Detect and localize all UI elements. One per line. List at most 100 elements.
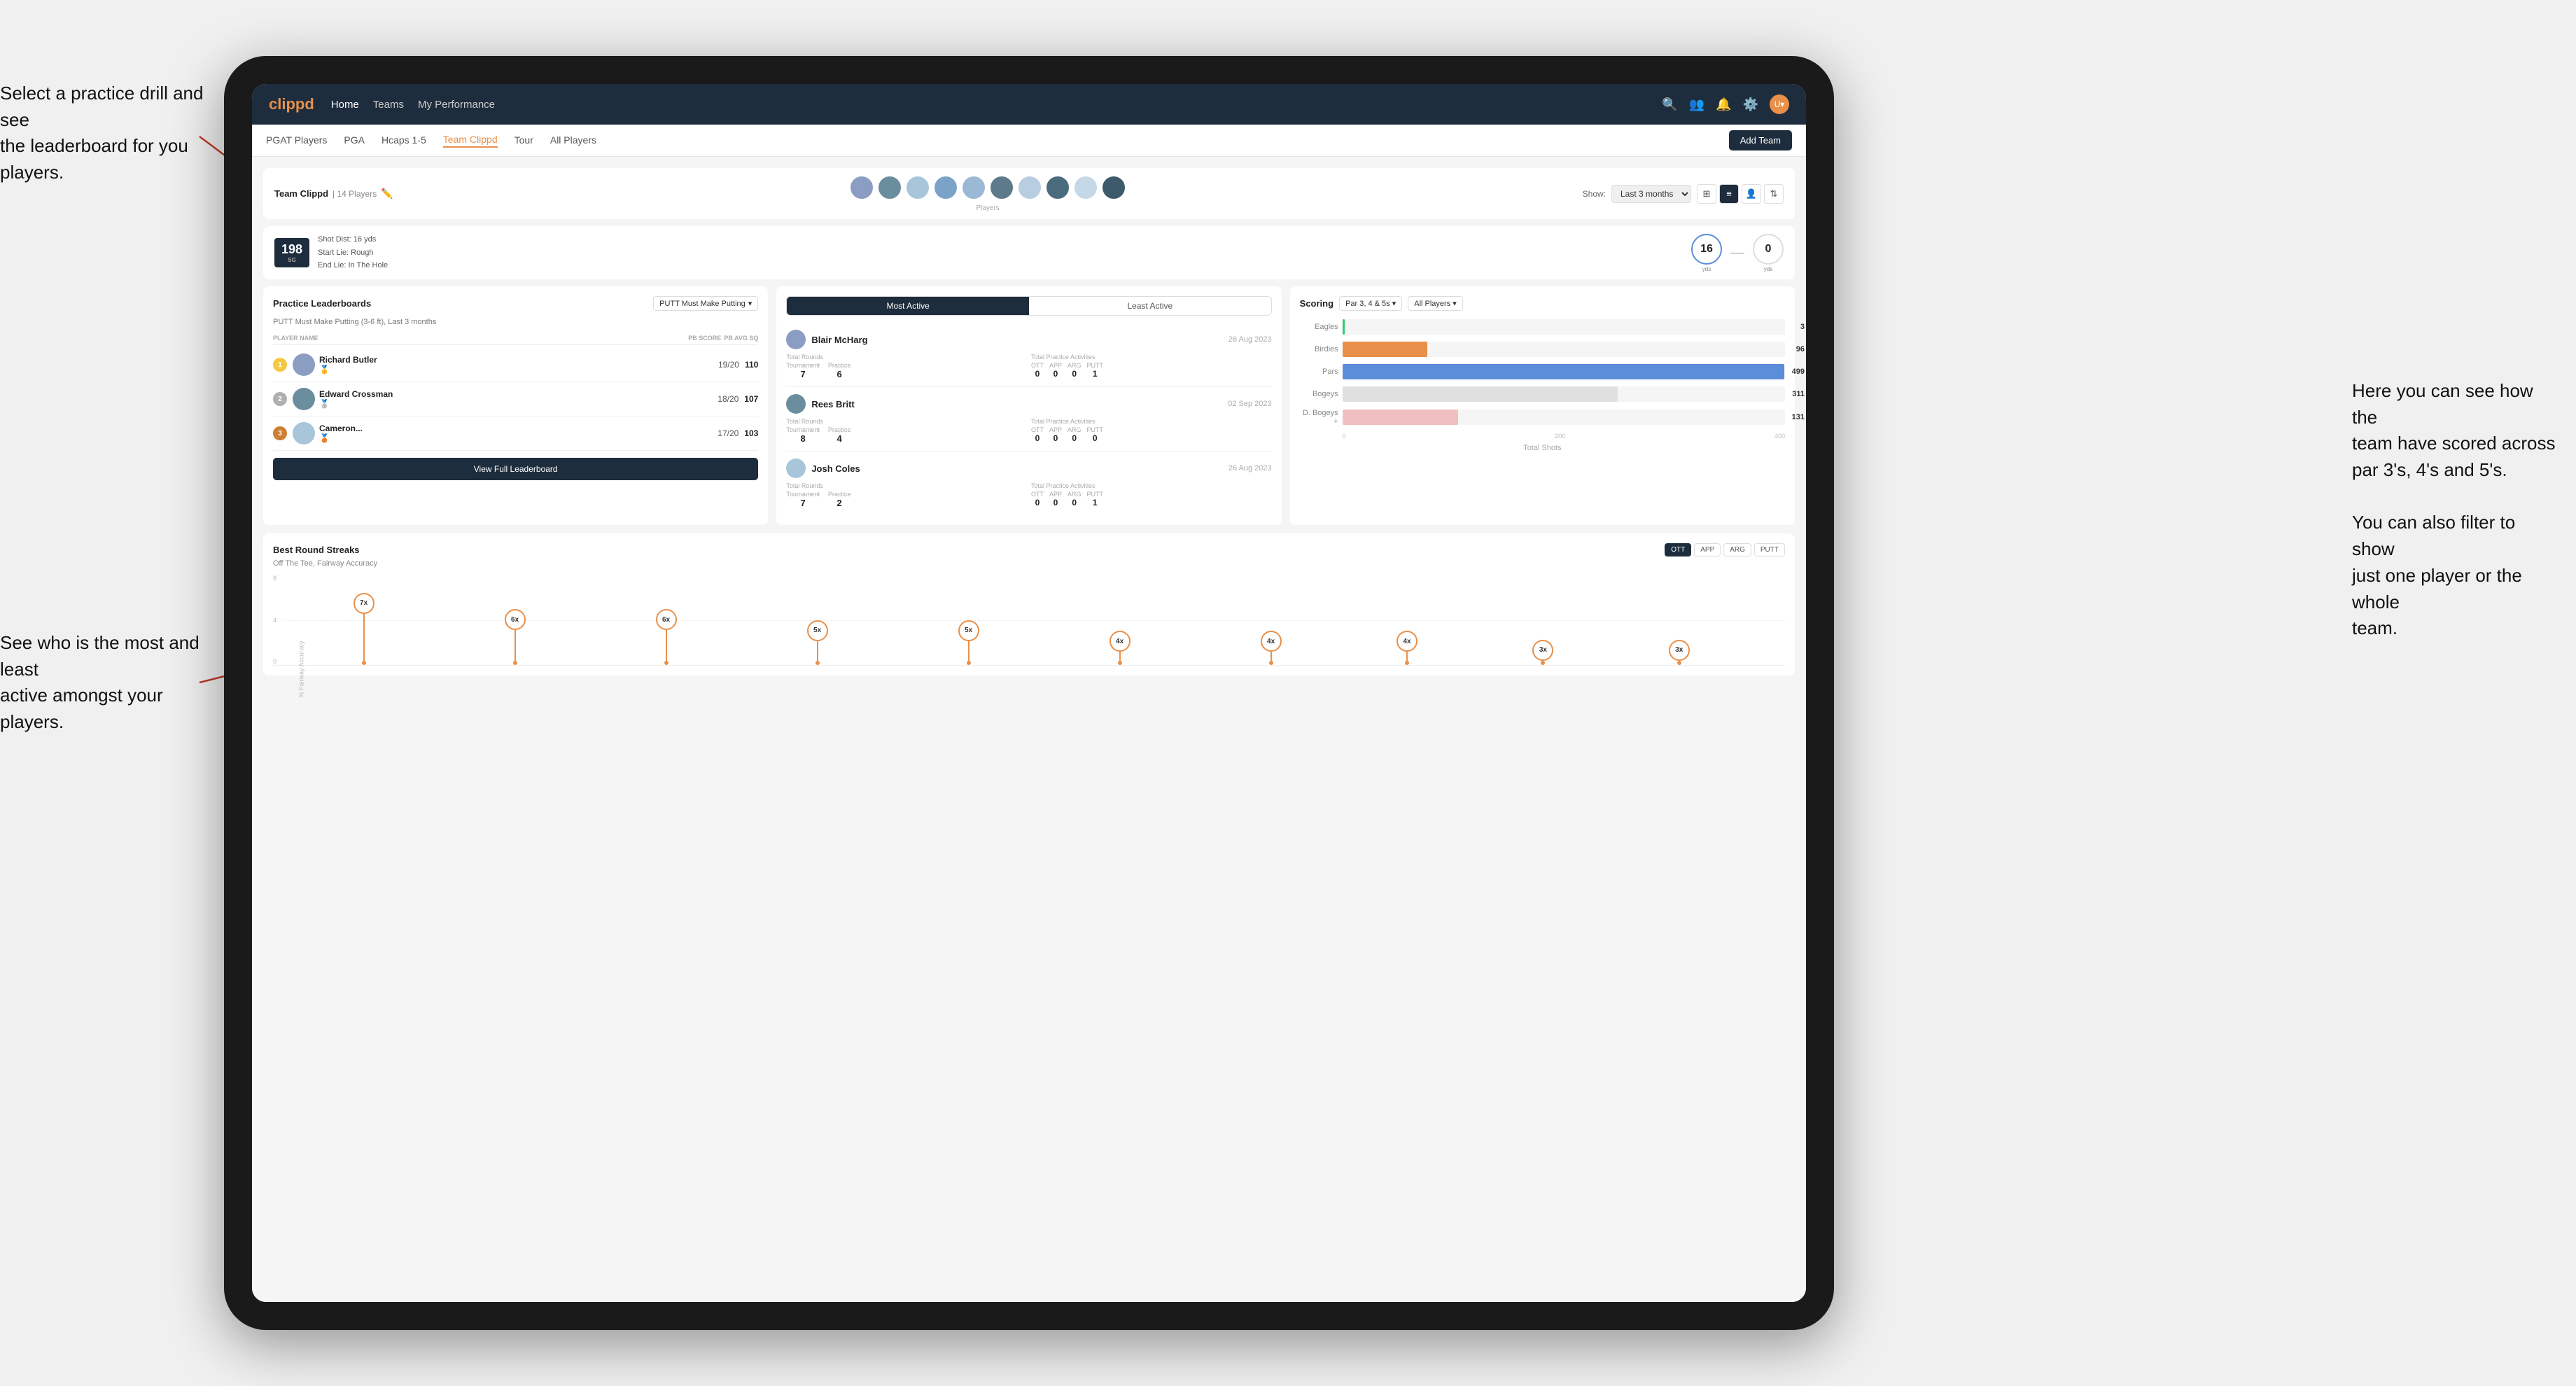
subnav-tour[interactable]: Tour <box>514 134 533 147</box>
streaks-arg-btn[interactable]: ARG <box>1723 543 1751 556</box>
user-avatar[interactable]: U▾ <box>1770 94 1789 114</box>
dbl-bogeys-value: 131 <box>1792 413 1805 421</box>
chart-row-birdies: Birdies 96 <box>1300 342 1785 357</box>
ap-app-val-1: 0 <box>1049 369 1062 379</box>
ap-practice-val-2: 4 <box>828 433 851 444</box>
birdies-label: Birdies <box>1300 345 1338 354</box>
player-avatar-4[interactable] <box>933 175 958 200</box>
streak-pin-6x-2: 6x <box>656 609 677 665</box>
streak-line-4x-3 <box>1406 652 1408 661</box>
navbar: clippd Home Teams My Performance 🔍 👥 🔔 ⚙… <box>252 84 1806 125</box>
streak-dot-4x-1 <box>1118 661 1122 665</box>
player-avatar-10[interactable] <box>1101 175 1126 200</box>
streaks-panel: Best Round Streaks OTT APP ARG PUTT Off … <box>263 533 1795 676</box>
streak-bubble-3x-2: 3x <box>1669 640 1690 661</box>
subnav-team-clippd[interactable]: Team Clippd <box>443 134 498 148</box>
player-avatar-2[interactable] <box>877 175 902 200</box>
players-label: Players <box>976 204 999 212</box>
annotation-top-left: Select a practice drill and seethe leade… <box>0 80 210 186</box>
streaks-ott-btn[interactable]: OTT <box>1665 543 1691 556</box>
streaks-putt-btn[interactable]: PUTT <box>1754 543 1785 556</box>
view-grid-icon[interactable]: ⊞ <box>1697 184 1716 204</box>
streak-pin-6x-1: 6x <box>505 609 526 665</box>
view-list-icon[interactable]: ≡ <box>1719 184 1739 204</box>
streak-bubble-5x-1: 5x <box>807 620 828 641</box>
lb-rank-2: 2 <box>273 392 287 406</box>
dash-separator: — <box>1730 245 1744 261</box>
lb-badges-2: 🥈 <box>319 399 393 409</box>
ap-tournament-3: Tournament 7 <box>786 491 820 508</box>
streak-pin-5x-1: 5x <box>807 620 828 666</box>
lb-name-3: Cameron... <box>319 424 363 433</box>
player-avatar-8[interactable] <box>1045 175 1070 200</box>
view-filter-icon[interactable]: ⇅ <box>1764 184 1784 204</box>
players-filter-dropdown[interactable]: All Players ▾ <box>1408 296 1463 311</box>
ap-activities-vals-1: OTT 0 APP 0 ARG 0 <box>1031 362 1272 379</box>
streak-line-6x-2 <box>666 630 667 661</box>
ap-name-3: Josh Coles <box>811 463 1223 474</box>
show-select[interactable]: Last 3 months Last month Last 6 months <box>1611 185 1691 203</box>
streak-bubble-4x-1: 4x <box>1110 631 1130 652</box>
ap-app-val-3: 0 <box>1049 498 1062 507</box>
view-full-leaderboard-button[interactable]: View Full Leaderboard <box>273 458 758 480</box>
ap-avatar-1 <box>786 330 806 349</box>
subnav-all-players[interactable]: All Players <box>550 134 596 147</box>
nav-teams[interactable]: Teams <box>373 99 404 111</box>
least-active-tab[interactable]: Least Active <box>1029 297 1271 315</box>
ap-practice-label-2: Practice <box>828 426 851 433</box>
ap-ott-val-1: 0 <box>1031 369 1044 379</box>
settings-icon[interactable]: ⚙️ <box>1743 97 1758 112</box>
lb-name-2: Edward Crossman <box>319 389 393 399</box>
ap-ott-label-2: OTT <box>1031 426 1044 433</box>
streaks-title: Best Round Streaks <box>273 545 360 555</box>
start-lie: Start Lie: Rough <box>318 246 388 260</box>
player-avatar-6[interactable] <box>989 175 1014 200</box>
streak-pin-4x-3: 4x <box>1396 631 1418 665</box>
col-player-label: PLAYER NAME <box>273 335 685 342</box>
streaks-header: Best Round Streaks OTT APP ARG PUTT <box>273 543 1785 556</box>
nav-home[interactable]: Home <box>331 99 359 111</box>
score-details: Shot Dist: 16 yds Start Lie: Rough End L… <box>318 233 388 272</box>
player-avatars-section: Players <box>402 175 1574 212</box>
ap-rounds-vals-3: Tournament 7 Practice 2 <box>786 491 1027 508</box>
score-sub: SG <box>281 257 302 263</box>
ap-header-3: Josh Coles 26 Aug 2023 <box>786 458 1271 478</box>
ap-arg-2: ARG 0 <box>1068 426 1082 443</box>
player-avatar-7[interactable] <box>1017 175 1042 200</box>
nav-my-performance[interactable]: My Performance <box>418 99 495 111</box>
add-team-button[interactable]: Add Team <box>1729 130 1792 150</box>
player-avatar-3[interactable] <box>905 175 930 200</box>
most-active-tab[interactable]: Most Active <box>787 297 1029 315</box>
people-icon[interactable]: 👥 <box>1689 97 1704 112</box>
par-filter-dropdown[interactable]: Par 3, 4 & 5s ▾ <box>1339 296 1402 311</box>
subnav-pgat[interactable]: PGAT Players <box>266 134 327 147</box>
axis-200: 200 <box>1555 433 1565 440</box>
show-filter-group: Show: Last 3 months Last month Last 6 mo… <box>1583 184 1784 204</box>
streak-bubble-4x-3: 4x <box>1396 631 1418 652</box>
streak-bubble-3x-1: 3x <box>1532 640 1553 661</box>
player-avatar-5[interactable] <box>961 175 986 200</box>
player-avatar-1[interactable] <box>849 175 874 200</box>
ap-ott-1: OTT 0 <box>1031 362 1044 379</box>
view-profile-icon[interactable]: 👤 <box>1742 184 1761 204</box>
search-icon[interactable]: 🔍 <box>1662 97 1677 112</box>
ap-tourn-label-1: Tournament <box>786 362 820 369</box>
ap-tourn-val-2: 8 <box>786 433 820 444</box>
subnav-pga[interactable]: PGA <box>344 134 365 147</box>
lb-drill-dropdown[interactable]: PUTT Must Make Putting ▾ <box>653 296 758 311</box>
bell-icon[interactable]: 🔔 <box>1716 97 1731 112</box>
tablet-frame: clippd Home Teams My Performance 🔍 👥 🔔 ⚙… <box>224 56 1834 1330</box>
streak-pin-7x: 7x <box>354 593 374 665</box>
player-avatar-9[interactable] <box>1073 175 1098 200</box>
ap-activities-label-2: Total Practice Activities <box>1031 418 1272 425</box>
chart-row-bogeys: Bogeys 311 <box>1300 386 1785 402</box>
lb-score-2: 18/20 <box>718 394 738 404</box>
ap-tourn-val-3: 7 <box>786 498 820 508</box>
streak-dot-4x-3 <box>1405 661 1409 665</box>
ap-app-2: APP 0 <box>1049 426 1062 443</box>
streaks-app-btn[interactable]: APP <box>1694 543 1721 556</box>
y-label-bottom: 0 <box>273 658 276 665</box>
subnav-hcaps[interactable]: Hcaps 1-5 <box>382 134 426 147</box>
bogeys-label: Bogeys <box>1300 390 1338 398</box>
edit-icon[interactable]: ✏️ <box>381 188 393 200</box>
